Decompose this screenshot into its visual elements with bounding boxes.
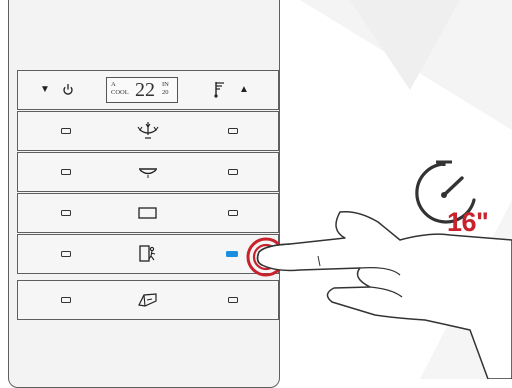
left-indicator-led xyxy=(61,210,71,216)
temperature-value: 22 xyxy=(135,79,155,101)
right-indicator-led xyxy=(228,169,238,175)
right-indicator-led xyxy=(228,210,238,216)
down-arrow-button[interactable]: ▼ xyxy=(40,84,50,95)
rectangle-light-icon xyxy=(124,200,172,226)
light-row-1[interactable] xyxy=(17,111,279,151)
left-indicator-led xyxy=(61,169,71,175)
right-indicator-led xyxy=(228,128,238,134)
light-row-3[interactable] xyxy=(17,193,279,233)
fan-speed-icon[interactable] xyxy=(213,80,227,98)
light-row-4[interactable] xyxy=(17,234,279,274)
power-icon[interactable] xyxy=(62,83,74,96)
indoor-label: IN xyxy=(162,81,169,88)
timer-duration-label: 16" xyxy=(447,207,489,237)
left-indicator-led xyxy=(61,128,71,134)
up-arrow-button[interactable]: ▲ xyxy=(239,84,249,95)
right-indicator-led-active xyxy=(226,251,238,257)
indoor-temperature: 20 xyxy=(162,89,169,96)
light-row-2[interactable] xyxy=(17,152,279,192)
mode-label: COOL xyxy=(111,89,129,96)
thermostat-display: A COOL 22 IN 20 xyxy=(106,77,178,103)
left-indicator-led xyxy=(61,297,71,303)
door-exit-icon xyxy=(124,241,172,267)
ceiling-lamp-icon xyxy=(124,159,172,185)
curtain-icon xyxy=(124,287,172,313)
left-indicator-led xyxy=(61,251,71,257)
chandelier-icon xyxy=(124,118,172,144)
right-indicator-led xyxy=(228,297,238,303)
mode-indicator: A xyxy=(111,81,116,88)
light-row-5[interactable] xyxy=(17,280,279,320)
control-row: ▼ A COOL 22 IN 20 ▲ xyxy=(17,70,279,110)
